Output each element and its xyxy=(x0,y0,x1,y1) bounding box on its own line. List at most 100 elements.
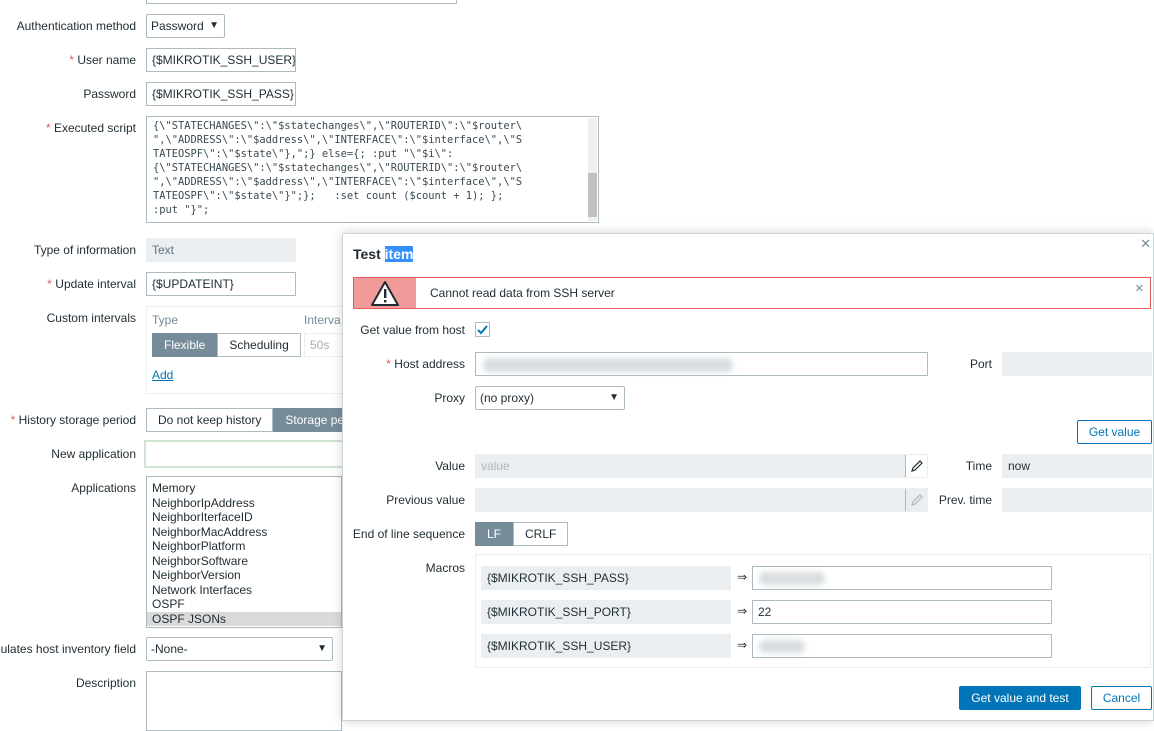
script-line: ",\"ADDRESS\":\"$address\",\"INTERFACE\"… xyxy=(153,134,523,146)
auth-method-label: Authentication method xyxy=(16,19,136,33)
type-info-label: Type of information xyxy=(33,243,136,257)
close-icon[interactable]: ✕ xyxy=(1140,236,1151,252)
script-scrollbar-thumb[interactable] xyxy=(588,173,597,217)
prev-value-label: Previous value xyxy=(386,493,465,507)
history-segment: Do not keep history Storage pe xyxy=(146,408,344,432)
update-interval-label-text: Update interval xyxy=(55,277,136,291)
host-address-label: * Host address xyxy=(343,352,465,376)
add-interval-link[interactable]: Add xyxy=(152,368,173,382)
time-field: now xyxy=(1002,454,1152,478)
history-label-text: History storage period xyxy=(18,413,136,427)
required-mark: * xyxy=(69,53,74,67)
warning-icon xyxy=(371,281,399,306)
list-item[interactable]: NeighborMacAddress xyxy=(147,525,341,540)
username-input[interactable]: {$MIKROTIK_SSH_USER} xyxy=(146,48,296,72)
applications-label: Applications xyxy=(71,481,136,495)
list-item[interactable]: NeighborVersion xyxy=(147,568,341,583)
edit-value-icon[interactable] xyxy=(905,455,927,477)
macro-arrow: ⇒ xyxy=(737,604,748,618)
description-label: Description xyxy=(75,676,136,690)
redacted-macro-value xyxy=(759,572,825,585)
chevron-down-icon: ▼ xyxy=(317,643,327,654)
macro-value-input[interactable]: 22 xyxy=(752,600,1052,624)
chevron-down-icon: ▼ xyxy=(209,20,219,31)
macro-name: {$MIKROTIK_SSH_USER} xyxy=(481,634,731,658)
chevron-down-icon: ▼ xyxy=(609,392,619,403)
username-label-text: User name xyxy=(77,53,136,67)
inventory-select[interactable]: -None- ▼ xyxy=(146,637,333,661)
value-label: Value xyxy=(435,459,465,473)
list-item[interactable]: NeighborIpAddress xyxy=(147,496,341,511)
top-field-partial[interactable] xyxy=(146,0,457,4)
inventory-label: ulates host inventory field xyxy=(0,642,136,656)
dialog-title: Test item xyxy=(353,246,414,262)
password-input[interactable]: {$MIKROTIK_SSH_PASS} xyxy=(146,82,296,106)
username-label: * User name xyxy=(0,48,136,72)
macro-name: {$MIKROTIK_SSH_PASS} xyxy=(481,566,731,590)
prev-time-label: Prev. time xyxy=(938,493,992,507)
close-icon[interactable]: ✕ xyxy=(1135,282,1144,295)
dialog-title-highlight: item xyxy=(384,246,414,262)
error-message-box: Cannot read data from SSH server ✕ xyxy=(353,277,1151,309)
description-textarea[interactable] xyxy=(146,671,342,731)
eol-lf-option[interactable]: LF xyxy=(475,522,514,546)
list-item[interactable]: NeighborIterfaceID xyxy=(147,510,341,525)
type-info-field: Text xyxy=(146,238,296,262)
new-app-input[interactable] xyxy=(144,440,344,468)
update-interval-input[interactable]: {$UPDATEINT} xyxy=(146,272,296,296)
script-line: {\"STATECHANGES\":\"$statechanges\",\"RO… xyxy=(153,120,523,132)
do-not-keep-option[interactable]: Do not keep history xyxy=(146,408,274,432)
flexible-option[interactable]: Flexible xyxy=(152,333,218,357)
test-item-dialog: Test item ✕ Cannot read data from SSH se… xyxy=(342,233,1154,721)
value-field: value xyxy=(475,454,928,478)
password-label: Password xyxy=(83,87,136,101)
list-item[interactable]: NeighborSoftware xyxy=(147,554,341,569)
scheduling-option[interactable]: Scheduling xyxy=(217,333,301,357)
get-value-button[interactable]: Get value xyxy=(1077,420,1152,444)
custom-interval-input[interactable]: 50s xyxy=(304,333,344,357)
inventory-value: -None- xyxy=(151,642,188,656)
auth-method-select[interactable]: Password ▼ xyxy=(146,14,225,38)
custom-type-header: Type xyxy=(152,313,179,327)
prev-value-field xyxy=(475,488,928,512)
script-line: :put "}"; xyxy=(153,204,210,216)
eol-crlf-option[interactable]: CRLF xyxy=(513,522,569,546)
script-label-text: Executed script xyxy=(53,121,136,135)
checkmark-icon xyxy=(477,325,488,335)
dialog-title-text: Test xyxy=(353,246,385,262)
list-item[interactable]: NeighborPlatform xyxy=(147,539,341,554)
required-mark: * xyxy=(10,413,16,427)
get-value-checkbox[interactable] xyxy=(475,322,490,337)
error-message-text: Cannot read data from SSH server xyxy=(430,286,615,300)
get-value-and-test-button[interactable]: Get value and test xyxy=(959,686,1081,710)
required-mark: * xyxy=(47,277,52,291)
port-field xyxy=(1002,352,1152,376)
required-mark: * xyxy=(45,121,51,135)
required-mark: * xyxy=(386,357,391,371)
redacted-macro-value xyxy=(759,640,805,653)
script-line: TATEOSPF\":\"$state\"},";} else={; :put … xyxy=(153,148,454,160)
cancel-button[interactable]: Cancel xyxy=(1091,686,1152,710)
applications-list[interactable]: Memory NeighborIpAddress NeighborIterfac… xyxy=(146,476,342,628)
list-item[interactable]: Network Interfaces xyxy=(147,583,341,598)
update-interval-label: * Update interval xyxy=(0,272,136,296)
history-label: * History storage period xyxy=(0,408,136,432)
script-line: ",\"ADDRESS\":\"$address\",\"INTERFACE\"… xyxy=(153,176,523,188)
custom-intervals-label: Custom intervals xyxy=(46,311,136,325)
macros-label: Macros xyxy=(425,561,465,575)
list-item[interactable]: OSPF JSONs xyxy=(147,611,341,626)
get-value-label: Get value from host xyxy=(360,323,465,337)
macro-arrow: ⇒ xyxy=(737,638,748,652)
proxy-label: Proxy xyxy=(434,391,465,405)
macro-arrow: ⇒ xyxy=(737,570,748,584)
executed-script-textarea[interactable]: {\"STATECHANGES\":\"$statechanges\",\"RO… xyxy=(146,116,599,223)
proxy-select[interactable]: (no proxy) ▼ xyxy=(475,386,625,410)
new-app-label: New application xyxy=(51,447,136,461)
eol-label: End of line sequence xyxy=(352,527,465,541)
custom-interval-header: Interva xyxy=(304,313,341,327)
list-item[interactable]: Memory xyxy=(147,481,341,496)
custom-type-segment: Flexible Scheduling xyxy=(152,333,301,357)
warning-icon-box xyxy=(354,278,416,308)
list-item[interactable]: OSPF xyxy=(147,597,341,612)
storage-period-option[interactable]: Storage pe xyxy=(273,408,344,432)
